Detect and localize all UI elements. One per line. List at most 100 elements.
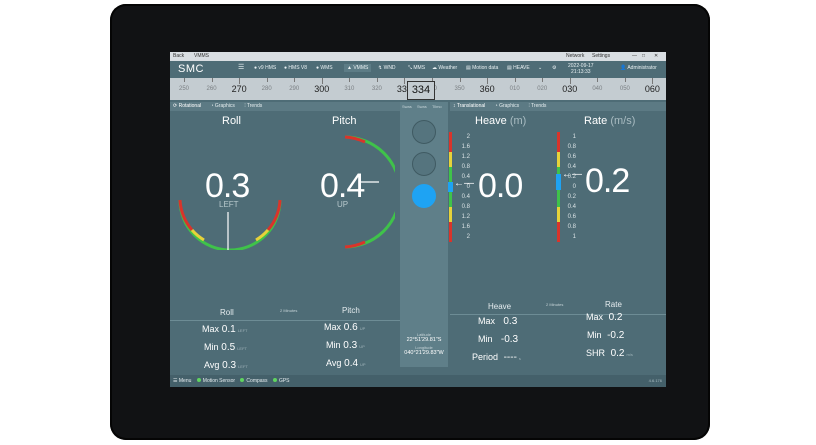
stat-value: ---- bbox=[503, 352, 517, 363]
roll-max: Max 0.1 LEFT bbox=[202, 324, 247, 335]
scale-label: 0.4 bbox=[461, 194, 470, 200]
status-dot-icon bbox=[196, 378, 201, 382]
nav-item-wms[interactable]: ● WMS bbox=[316, 65, 333, 71]
scale-label: 1.6 bbox=[461, 144, 470, 150]
stats-divider bbox=[170, 320, 400, 321]
app-screen: Back VMMS Network Settings — □ ✕ SMC ☰ ●… bbox=[170, 52, 666, 387]
stat-label: Max bbox=[478, 316, 496, 326]
tab-label: Trends bbox=[531, 103, 547, 109]
scale-label: 1 bbox=[572, 134, 576, 140]
compass-label: 320 bbox=[371, 86, 382, 92]
user-menu[interactable]: 👤 Administrator bbox=[620, 65, 657, 71]
time-text: 21:13:33 bbox=[571, 69, 591, 75]
nav-item-heave[interactable]: ▤ HEAVE bbox=[507, 65, 530, 71]
pitch-max: Max 0.6 UP bbox=[324, 322, 365, 333]
compass-tick bbox=[239, 78, 241, 84]
mid-tab-2[interactable]: Swas bbox=[417, 104, 427, 109]
stat-value: 0.3 bbox=[503, 316, 518, 327]
compass-strip: 2502602702802903003103203303403503600100… bbox=[170, 78, 666, 100]
tab-rotational[interactable]: ⟳ Rotational bbox=[173, 103, 205, 109]
tab-graphics-right[interactable]: ◔ Graphics bbox=[495, 103, 523, 109]
chevron-down-icon[interactable]: ⌄ bbox=[538, 65, 542, 71]
period-label-right: 2 Minutes bbox=[546, 302, 564, 307]
nav-item-mms[interactable]: ⤡ MMS bbox=[408, 65, 425, 71]
stat-unit: UP bbox=[360, 362, 366, 367]
roll-stats-title: Roll bbox=[220, 308, 234, 317]
nav-item-label: HEAVE bbox=[513, 65, 530, 71]
close-icon[interactable]: ✕ bbox=[654, 52, 658, 61]
right-tabs: ↕ Translational ◔ Graphics ⫶ Trends bbox=[450, 102, 666, 111]
nav-item-v9-hms[interactable]: ● v9 HMS bbox=[254, 65, 276, 71]
stat-label: Min bbox=[478, 334, 493, 344]
status-label: Motion Sensor bbox=[202, 378, 236, 384]
rate-min: Min -0.2 bbox=[587, 330, 624, 341]
title-bar: Back VMMS Network Settings — □ ✕ bbox=[170, 52, 666, 61]
menu-icon[interactable]: ☰ bbox=[238, 63, 244, 71]
nav-item-hms-v8[interactable]: ● HMS V8 bbox=[284, 65, 307, 71]
compass-label: 020 bbox=[537, 86, 548, 92]
stat-unit: m/s bbox=[626, 352, 633, 357]
tab-trends-right[interactable]: ⫶ Trends bbox=[528, 103, 550, 109]
nav-item-label: HMS V8 bbox=[288, 65, 308, 71]
pitch-title: Pitch bbox=[332, 115, 357, 127]
rate-shr: SHR 0.2 m/s bbox=[586, 348, 633, 359]
compass-label: 060 bbox=[644, 84, 660, 94]
scale-label: 0.8 bbox=[567, 224, 576, 230]
stat-unit: UP bbox=[359, 326, 366, 331]
scale-label: 0.8 bbox=[461, 204, 470, 210]
nav-bar: SMC ☰ ● v9 HMS ● HMS V8 ● WMS ▲ VMMS ↯ W… bbox=[170, 61, 666, 79]
nav-item-wnd[interactable]: ↯ WND bbox=[378, 65, 396, 71]
status-gps: GPS bbox=[269, 378, 290, 384]
stat-value: 0.3 bbox=[222, 360, 237, 371]
nav-item-label: Motion data bbox=[472, 65, 499, 71]
gear-icon[interactable]: ⚙ bbox=[552, 65, 556, 71]
stat-label: Min bbox=[204, 342, 219, 352]
tab-graphics-left[interactable]: ◔ Graphics bbox=[211, 103, 239, 109]
rate-value: 0.2 bbox=[585, 162, 630, 200]
nav-item-vmms[interactable]: ▲ VMMS bbox=[344, 64, 372, 72]
compass-label: 250 bbox=[178, 86, 190, 92]
heave-min: Min -0.3 bbox=[478, 334, 518, 345]
nav-item-motion-data[interactable]: ▤ Motion data bbox=[466, 65, 498, 71]
menu-button[interactable]: ☰ Menu bbox=[173, 378, 191, 384]
maximize-icon[interactable]: □ bbox=[642, 52, 645, 61]
heave-max: Max 0.3 bbox=[478, 316, 517, 327]
stat-label: Max bbox=[586, 312, 604, 322]
indicator-circle-1 bbox=[412, 120, 436, 144]
compass-label: 010 bbox=[509, 86, 520, 92]
scale-label: 0 bbox=[572, 184, 576, 190]
stat-value: -0.3 bbox=[500, 334, 519, 345]
stat-value: -0.2 bbox=[607, 330, 625, 341]
back-button[interactable]: Back bbox=[173, 52, 184, 61]
nav-item-weather[interactable]: ☁ Weather bbox=[432, 65, 457, 71]
network-button[interactable]: Network bbox=[566, 52, 584, 61]
mid-tab-1[interactable]: Swas bbox=[402, 104, 412, 109]
nav-item-label: WND bbox=[383, 65, 396, 71]
roll-avg: Avg 0.3 LEFT bbox=[204, 360, 248, 371]
heave-title: Heave (m) bbox=[475, 115, 526, 127]
stat-label: Avg bbox=[326, 358, 342, 368]
tab-translational[interactable]: ↕ Translational bbox=[453, 103, 489, 109]
scale-label: 0.2 bbox=[567, 194, 576, 200]
stat-value: 0.2 bbox=[610, 348, 625, 359]
scale-label: 0.8 bbox=[461, 164, 470, 170]
compass-label: 050 bbox=[619, 86, 630, 92]
heading-readout: 334 bbox=[407, 81, 435, 100]
stats-divider-right bbox=[450, 314, 666, 315]
stat-value: 0.6 bbox=[343, 322, 358, 333]
menu-label: Menu bbox=[178, 378, 192, 384]
status-dot-icon bbox=[272, 378, 277, 382]
status-motion-sensor: Motion Sensor bbox=[193, 378, 235, 384]
settings-button[interactable]: Settings bbox=[592, 52, 610, 61]
compass-tick bbox=[404, 78, 406, 84]
mid-tab-3[interactable]: Tilmo bbox=[432, 104, 442, 109]
app-title: VMMS bbox=[194, 53, 209, 59]
pitch-min: Min 0.3 UP bbox=[326, 340, 365, 351]
rate-max: Max 0.2 bbox=[586, 312, 622, 323]
stat-label: SHR bbox=[586, 348, 606, 358]
tab-trends-left[interactable]: ⫶ Trends bbox=[244, 103, 266, 109]
nav-item-label: VMMS bbox=[353, 65, 369, 71]
status-dot-icon bbox=[240, 378, 245, 382]
compass-tick bbox=[211, 78, 213, 82]
minimize-icon[interactable]: — bbox=[632, 52, 637, 61]
